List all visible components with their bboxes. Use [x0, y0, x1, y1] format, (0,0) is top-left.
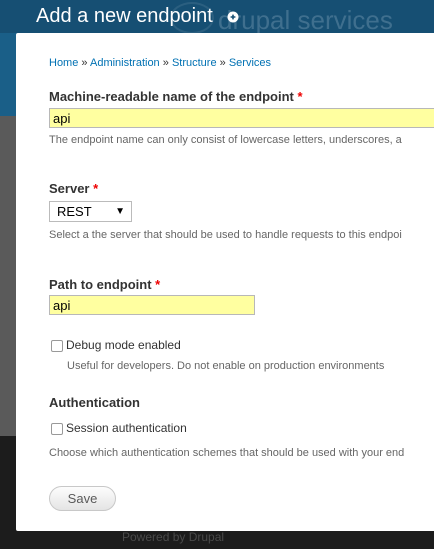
powered-by-text: Powered by Drupal	[122, 530, 225, 544]
machine-name-input[interactable]	[49, 108, 434, 128]
authentication-title: Authentication	[49, 395, 140, 410]
debug-mode-description: Useful for developers. Do not enable on …	[67, 360, 385, 372]
breadcrumb: Home » Administration » Structure » Serv…	[49, 57, 271, 69]
close-circle-icon[interactable]	[227, 11, 239, 23]
path-label: Path to endpoint *	[49, 277, 160, 292]
server-label-text: Server	[49, 181, 90, 196]
server-description: Select a the server that should be used …	[49, 229, 402, 241]
breadcrumb-structure[interactable]: Structure	[172, 57, 217, 69]
machine-name-label-text: Machine-readable name of the endpoint	[49, 89, 294, 104]
machine-name-label: Machine-readable name of the endpoint *	[49, 89, 303, 104]
breadcrumb-separator: »	[81, 57, 88, 69]
breadcrumb-services[interactable]: Services	[229, 57, 271, 69]
required-marker: *	[93, 181, 99, 196]
debug-mode-label[interactable]: Debug mode enabled	[66, 338, 181, 352]
authentication-description: Choose which authentication schemes that…	[49, 447, 405, 459]
path-input[interactable]	[49, 295, 255, 315]
site-name: drupal services	[218, 5, 393, 35]
required-marker: *	[155, 277, 161, 292]
overlay-dialog: Home » Administration » Structure » Serv…	[16, 33, 434, 531]
server-label: Server *	[49, 181, 98, 196]
path-label-text: Path to endpoint	[49, 277, 152, 292]
server-select[interactable]: REST ▼	[49, 201, 132, 222]
breadcrumb-separator: »	[219, 57, 226, 69]
chevron-down-icon: ▼	[115, 206, 125, 217]
overlay-title: Add a new endpoint	[36, 5, 213, 27]
breadcrumb-home[interactable]: Home	[49, 57, 78, 69]
session-auth-checkbox[interactable]	[51, 423, 63, 435]
session-auth-label[interactable]: Session authentication	[66, 421, 187, 435]
breadcrumb-administration[interactable]: Administration	[90, 57, 160, 69]
required-marker: *	[297, 89, 303, 104]
server-select-value: REST	[57, 204, 92, 219]
save-button[interactable]: Save	[49, 486, 116, 511]
breadcrumb-separator: »	[162, 57, 169, 69]
machine-name-description: The endpoint name can only consist of lo…	[49, 134, 402, 146]
debug-mode-checkbox[interactable]	[51, 340, 63, 352]
